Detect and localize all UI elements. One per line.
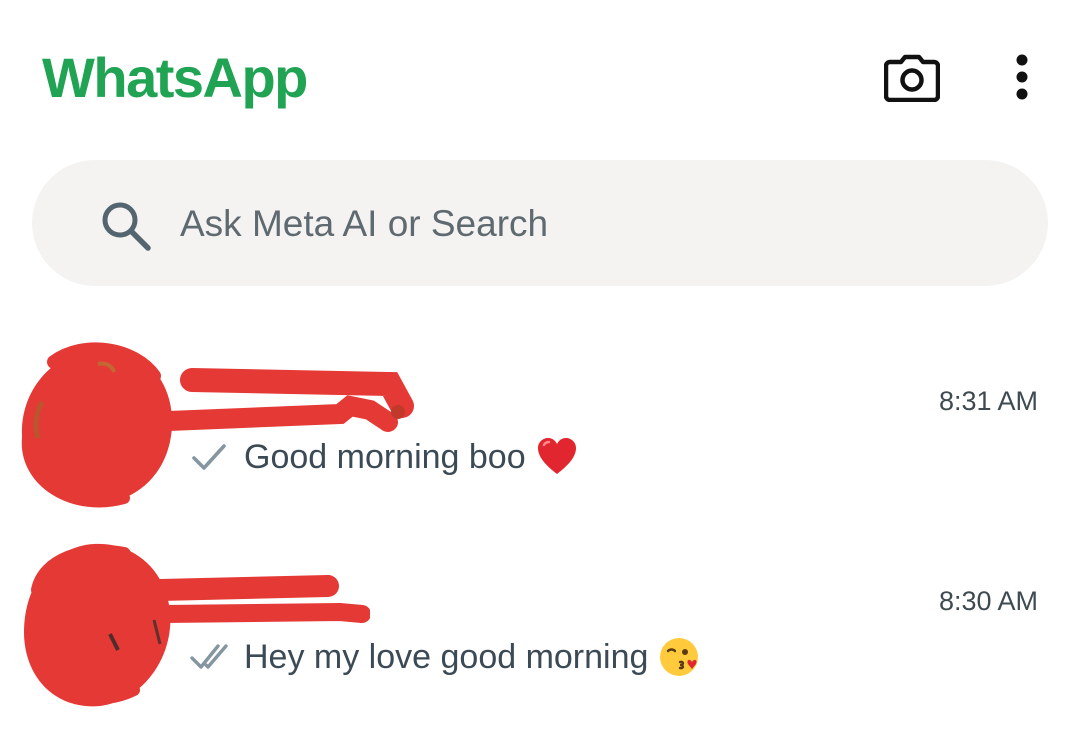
message-preview: Good morning boo xyxy=(190,434,578,480)
chat-list-item[interactable]: 8:31 AM Good morning boo xyxy=(0,340,1078,530)
contact-name-redacted xyxy=(140,368,414,432)
more-vertical-icon xyxy=(1016,54,1028,100)
message-preview-text: Good morning boo xyxy=(244,438,526,476)
search-input[interactable] xyxy=(180,200,980,248)
app-title: WhatsApp xyxy=(42,46,308,109)
camera-icon xyxy=(884,54,940,102)
more-options-button[interactable] xyxy=(996,44,1048,110)
search-bar[interactable] xyxy=(32,160,1048,286)
message-preview: Hey my love good morning xyxy=(190,634,700,680)
camera-button[interactable] xyxy=(878,46,946,110)
face-blowing-kiss-emoji-icon xyxy=(660,638,699,676)
double-check-icon xyxy=(190,644,228,669)
single-check-icon xyxy=(192,444,226,470)
search-icon xyxy=(102,202,151,251)
red-heart-emoji-icon xyxy=(537,438,576,474)
contact-name-redacted xyxy=(149,575,370,623)
chat-list-item[interactable]: 8:30 AM Hey my love good morning xyxy=(0,540,1078,730)
chat-time: 8:31 AM xyxy=(938,386,1038,416)
message-preview-text: Hey my love good morning xyxy=(244,638,649,676)
chat-time: 8:30 AM xyxy=(938,586,1038,616)
chats-screen: WhatsApp Ask Meta AI or Search 8:31 AM G… xyxy=(0,0,1078,732)
